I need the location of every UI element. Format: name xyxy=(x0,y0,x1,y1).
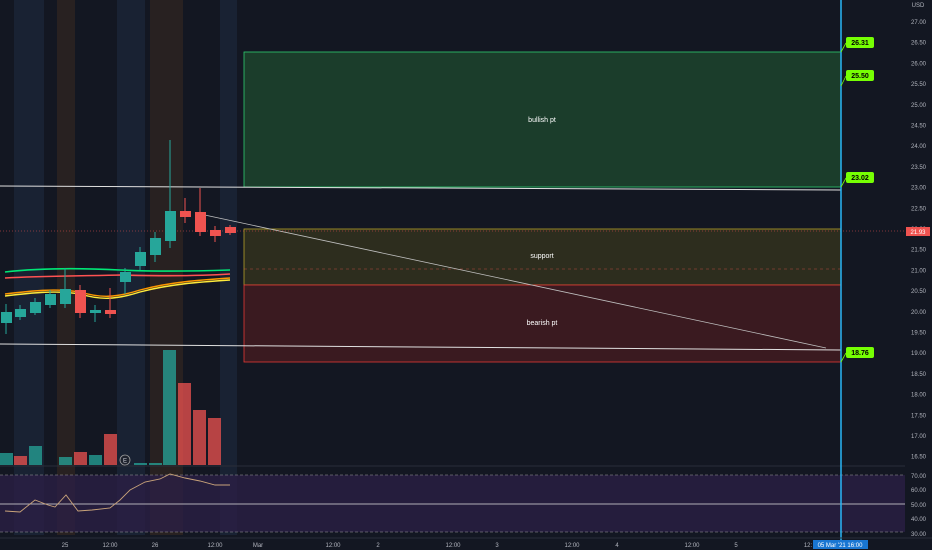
price-tick-label: 16.50 xyxy=(911,455,927,461)
candle-body xyxy=(210,230,221,236)
price-tick-label: 20.50 xyxy=(911,289,927,295)
volume-bar xyxy=(163,350,176,465)
time-tick-label: 12:00 xyxy=(207,543,223,549)
price-tick-label: 23.00 xyxy=(911,186,927,192)
volume-bar xyxy=(178,383,191,465)
rsi-background xyxy=(0,475,905,532)
support-zone-label: support xyxy=(530,253,553,260)
time-tick-label: 12:00 xyxy=(325,543,341,549)
price-tick-label: 26.00 xyxy=(911,61,927,67)
price-tick-label: 22.50 xyxy=(911,206,927,212)
highlight-band xyxy=(57,0,75,535)
candle-body xyxy=(135,252,146,266)
price-tick-label: 25.00 xyxy=(911,103,927,109)
rsi-tick-label: 40.00 xyxy=(911,517,927,523)
time-tick-label: 3 xyxy=(495,543,499,549)
target-badge-text: 23.02 xyxy=(851,175,869,182)
price-tick-label: 27.00 xyxy=(911,20,927,26)
rsi-tick-label: 60.00 xyxy=(911,488,927,494)
price-tick-label: 24.00 xyxy=(911,144,927,150)
candle-body xyxy=(15,309,26,317)
price-tick-label: 18.00 xyxy=(911,393,927,399)
time-tick-label: 12:00 xyxy=(102,543,118,549)
target-badge-text: 25.50 xyxy=(851,73,869,80)
volume-bar xyxy=(193,410,206,465)
price-tick-label: 20.00 xyxy=(911,310,927,316)
price-tick-label: 26.50 xyxy=(911,41,927,47)
volume-bar xyxy=(59,457,72,465)
candle-body xyxy=(60,289,71,304)
volume-bar xyxy=(74,452,87,465)
rsi-axis[interactable]: 70.00 60.00 50.00 40.00 30.00 xyxy=(911,474,927,538)
volume-bar xyxy=(29,446,42,465)
price-tick-label: 21.50 xyxy=(911,248,927,254)
rsi-tick-label: 50.00 xyxy=(911,503,927,509)
earnings-marker-letter: E xyxy=(123,459,127,465)
volume-bar xyxy=(134,463,147,465)
candle-body xyxy=(150,238,161,255)
price-tick-label: 19.50 xyxy=(911,331,927,337)
time-tick-label: 12:00 xyxy=(684,543,700,549)
candle-body xyxy=(75,290,86,313)
target-badges: 26.31 25.50 23.02 18.76 xyxy=(840,37,874,363)
time-tick-label: 2 xyxy=(376,543,380,549)
trading-chart[interactable]: bullish pt support bearish pt E 26.31 25… xyxy=(0,0,932,550)
candle-body xyxy=(105,310,116,314)
time-tick-label: 12:00 xyxy=(564,543,580,549)
volume-bar xyxy=(208,418,221,465)
bullish-zone-label: bullish pt xyxy=(528,117,556,124)
price-axis[interactable]: 27.00 26.50 26.00 25.50 25.00 24.50 24.00 23.50… xyxy=(911,20,927,461)
rsi-tick-label: 30.00 xyxy=(911,532,927,538)
price-tick-label: 17.50 xyxy=(911,413,927,419)
current-price-text: 21.93 xyxy=(910,230,926,236)
date-badge-text: 05 Mar '21 16:00 xyxy=(818,543,864,549)
bearish-zone-label: bearish pt xyxy=(527,320,558,327)
candle-body xyxy=(225,227,236,233)
price-tick-label: 19.00 xyxy=(911,351,927,357)
volume-bar xyxy=(14,456,27,465)
highlight-band xyxy=(117,0,145,535)
volume-bar xyxy=(89,455,102,465)
candle-body xyxy=(90,310,101,313)
volume-bar xyxy=(149,463,162,465)
time-tick-label: 12:00 xyxy=(445,543,461,549)
time-tick-label: 4 xyxy=(615,543,619,549)
price-tick-label: 25.50 xyxy=(911,82,927,88)
rsi-tick-label: 70.00 xyxy=(911,474,927,480)
candle-body xyxy=(195,212,206,232)
candle-body xyxy=(120,272,131,282)
price-tick-label: 18.50 xyxy=(911,372,927,378)
target-badge-text: 18.76 xyxy=(851,350,869,357)
time-tick-label: Mar xyxy=(253,543,263,549)
time-tick-label: 12: xyxy=(804,543,813,549)
currency-label: USD xyxy=(912,3,925,9)
candle-body xyxy=(45,294,56,305)
time-tick-label: 26 xyxy=(152,543,159,549)
candle-body xyxy=(1,312,12,323)
candle-body xyxy=(30,302,41,313)
target-badge-text: 26.31 xyxy=(851,40,869,47)
time-tick-label: 5 xyxy=(734,543,738,549)
price-tick-label: 23.50 xyxy=(911,165,927,171)
candle-body xyxy=(165,211,176,241)
candle-body xyxy=(180,211,191,217)
volume-bar xyxy=(0,453,13,465)
highlight-band xyxy=(220,0,237,535)
price-tick-label: 24.50 xyxy=(911,124,927,130)
time-axis[interactable]: 25 12:00 26 12:00 Mar 12:00 2 12:00 3 12:00 4 12:00… xyxy=(62,543,813,549)
time-tick-label: 25 xyxy=(62,543,69,549)
price-tick-label: 21.00 xyxy=(911,268,927,274)
volume-bar xyxy=(104,434,117,465)
price-tick-label: 17.00 xyxy=(911,434,927,440)
